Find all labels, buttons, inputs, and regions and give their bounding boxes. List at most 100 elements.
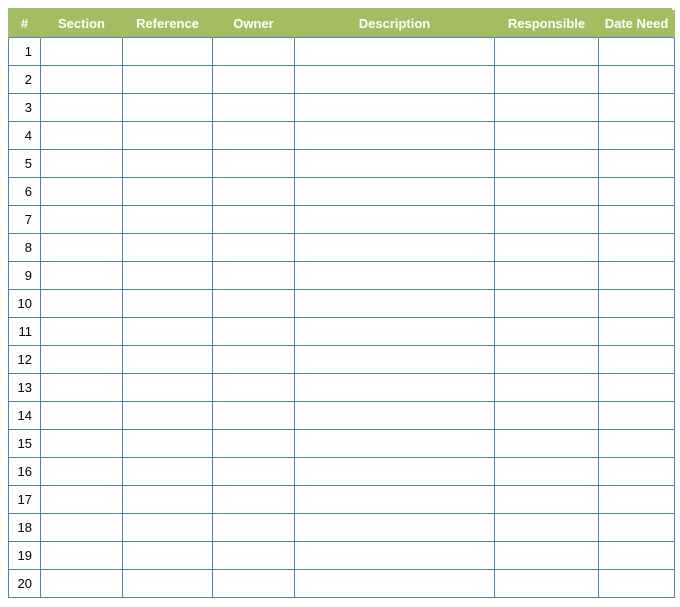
cell-responsible[interactable] (495, 178, 599, 206)
cell-description[interactable] (295, 262, 495, 290)
cell-date-need[interactable] (599, 290, 675, 318)
cell-section[interactable] (41, 430, 123, 458)
cell-reference[interactable] (123, 94, 213, 122)
cell-section[interactable] (41, 402, 123, 430)
cell-description[interactable] (295, 150, 495, 178)
cell-responsible[interactable] (495, 402, 599, 430)
cell-reference[interactable] (123, 486, 213, 514)
cell-responsible[interactable] (495, 150, 599, 178)
cell-description[interactable] (295, 38, 495, 66)
cell-owner[interactable] (213, 458, 295, 486)
cell-responsible[interactable] (495, 38, 599, 66)
cell-date-need[interactable] (599, 402, 675, 430)
cell-reference[interactable] (123, 346, 213, 374)
cell-reference[interactable] (123, 290, 213, 318)
cell-owner[interactable] (213, 94, 295, 122)
cell-reference[interactable] (123, 570, 213, 598)
cell-section[interactable] (41, 206, 123, 234)
cell-reference[interactable] (123, 262, 213, 290)
cell-responsible[interactable] (495, 94, 599, 122)
cell-responsible[interactable] (495, 234, 599, 262)
cell-owner[interactable] (213, 570, 295, 598)
cell-date-need[interactable] (599, 150, 675, 178)
cell-date-need[interactable] (599, 514, 675, 542)
cell-reference[interactable] (123, 66, 213, 94)
cell-section[interactable] (41, 94, 123, 122)
cell-owner[interactable] (213, 150, 295, 178)
cell-owner[interactable] (213, 178, 295, 206)
cell-responsible[interactable] (495, 570, 599, 598)
cell-date-need[interactable] (599, 346, 675, 374)
cell-description[interactable] (295, 290, 495, 318)
cell-description[interactable] (295, 458, 495, 486)
cell-responsible[interactable] (495, 122, 599, 150)
cell-reference[interactable] (123, 514, 213, 542)
cell-section[interactable] (41, 318, 123, 346)
cell-owner[interactable] (213, 430, 295, 458)
cell-reference[interactable] (123, 458, 213, 486)
cell-description[interactable] (295, 570, 495, 598)
cell-responsible[interactable] (495, 542, 599, 570)
cell-reference[interactable] (123, 318, 213, 346)
cell-responsible[interactable] (495, 290, 599, 318)
cell-date-need[interactable] (599, 318, 675, 346)
cell-description[interactable] (295, 486, 495, 514)
cell-description[interactable] (295, 318, 495, 346)
column-header-num[interactable]: # (9, 10, 41, 38)
cell-owner[interactable] (213, 402, 295, 430)
cell-responsible[interactable] (495, 374, 599, 402)
cell-reference[interactable] (123, 542, 213, 570)
cell-owner[interactable] (213, 66, 295, 94)
cell-description[interactable] (295, 178, 495, 206)
cell-responsible[interactable] (495, 346, 599, 374)
cell-description[interactable] (295, 542, 495, 570)
cell-responsible[interactable] (495, 458, 599, 486)
cell-owner[interactable] (213, 346, 295, 374)
cell-section[interactable] (41, 458, 123, 486)
cell-responsible[interactable] (495, 206, 599, 234)
cell-date-need[interactable] (599, 66, 675, 94)
cell-section[interactable] (41, 542, 123, 570)
cell-owner[interactable] (213, 374, 295, 402)
cell-reference[interactable] (123, 178, 213, 206)
cell-description[interactable] (295, 374, 495, 402)
cell-owner[interactable] (213, 206, 295, 234)
cell-description[interactable] (295, 430, 495, 458)
cell-owner[interactable] (213, 542, 295, 570)
cell-description[interactable] (295, 514, 495, 542)
column-header-responsible[interactable]: Responsible (495, 10, 599, 38)
cell-section[interactable] (41, 66, 123, 94)
cell-date-need[interactable] (599, 178, 675, 206)
cell-owner[interactable] (213, 318, 295, 346)
cell-reference[interactable] (123, 234, 213, 262)
cell-date-need[interactable] (599, 206, 675, 234)
cell-description[interactable] (295, 94, 495, 122)
column-header-section[interactable]: Section (41, 10, 123, 38)
cell-section[interactable] (41, 570, 123, 598)
cell-owner[interactable] (213, 38, 295, 66)
cell-date-need[interactable] (599, 542, 675, 570)
cell-reference[interactable] (123, 122, 213, 150)
column-header-owner[interactable]: Owner (213, 10, 295, 38)
cell-reference[interactable] (123, 150, 213, 178)
cell-section[interactable] (41, 122, 123, 150)
cell-responsible[interactable] (495, 318, 599, 346)
cell-section[interactable] (41, 38, 123, 66)
cell-date-need[interactable] (599, 430, 675, 458)
cell-owner[interactable] (213, 234, 295, 262)
cell-section[interactable] (41, 374, 123, 402)
cell-description[interactable] (295, 206, 495, 234)
cell-owner[interactable] (213, 514, 295, 542)
cell-responsible[interactable] (495, 262, 599, 290)
cell-reference[interactable] (123, 374, 213, 402)
cell-reference[interactable] (123, 402, 213, 430)
cell-date-need[interactable] (599, 458, 675, 486)
cell-date-need[interactable] (599, 94, 675, 122)
cell-date-need[interactable] (599, 486, 675, 514)
cell-date-need[interactable] (599, 262, 675, 290)
cell-reference[interactable] (123, 206, 213, 234)
cell-section[interactable] (41, 262, 123, 290)
cell-description[interactable] (295, 402, 495, 430)
cell-responsible[interactable] (495, 514, 599, 542)
cell-description[interactable] (295, 234, 495, 262)
